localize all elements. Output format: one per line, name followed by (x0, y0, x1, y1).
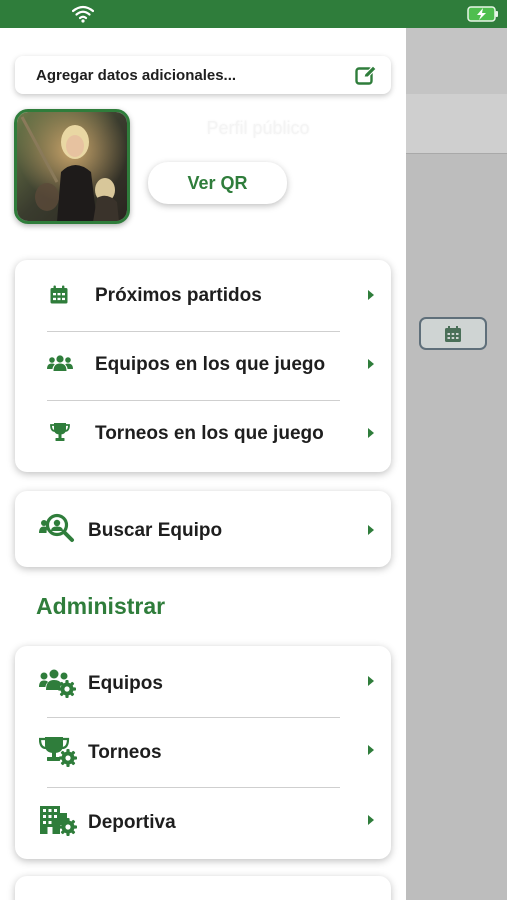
chevron-right-icon (368, 675, 374, 686)
menu-item-label: Próximos partidos (95, 285, 262, 306)
additional-data-bar[interactable]: Agregar datos adicionales... (15, 56, 391, 94)
users-icon (47, 355, 73, 372)
wifi-icon (72, 5, 94, 23)
background-header (406, 28, 507, 94)
admin-item-sports-facility[interactable]: Deportiva (15, 785, 391, 854)
admin-item-label: Deportiva (88, 812, 176, 833)
chevron-right-icon (368, 289, 374, 300)
admin-item-label: Torneos (88, 742, 162, 763)
status-bar (0, 0, 507, 28)
edit-icon[interactable] (355, 65, 377, 85)
chevron-right-icon (368, 427, 374, 438)
menu-item-label: Torneos en los que juego (95, 423, 324, 444)
chevron-right-icon (368, 358, 374, 369)
chevron-right-icon (368, 524, 374, 535)
player-menu-card: Próximos partidos Equipos en los que jue… (15, 260, 391, 472)
battery-charging-icon (467, 6, 498, 22)
menu-item-label: Equipos en los que juego (95, 354, 326, 375)
next-card (15, 876, 391, 900)
menu-item-my-teams[interactable]: Equipos en los que juego (15, 329, 391, 398)
section-title-admin: Administrar (36, 593, 166, 619)
background-content (406, 154, 507, 900)
admin-item-tournaments[interactable]: Torneos (15, 715, 391, 784)
admin-item-label: Equipos (88, 673, 163, 694)
search-team-button[interactable]: Buscar Equipo (15, 495, 391, 564)
search-team-icon (39, 513, 75, 543)
background-band (406, 94, 507, 154)
users-gear-icon (39, 668, 77, 698)
search-team-label: Buscar Equipo (88, 520, 223, 541)
calendar-icon (445, 325, 461, 342)
calendar-icon (50, 285, 68, 304)
menu-item-upcoming-matches[interactable]: Próximos partidos (15, 260, 391, 329)
view-qr-button[interactable]: Ver QR (148, 162, 287, 204)
chevron-right-icon (368, 744, 374, 755)
background-screen (406, 28, 507, 900)
navigation-drawer: Agregar datos adicionales... Perfil públ… (0, 28, 406, 900)
public-profile-label: Perfil público (206, 118, 310, 138)
additional-data-label: Agregar datos adicionales... (36, 66, 237, 84)
avatar[interactable] (14, 109, 130, 224)
avatar-image (17, 112, 127, 221)
trophy-icon (50, 422, 70, 442)
chevron-right-icon (368, 814, 374, 825)
menu-item-my-tournaments[interactable]: Torneos en los que juego (15, 398, 391, 467)
search-team-card: Buscar Equipo (15, 491, 391, 567)
admin-menu-card: Equipos Torneos Deportiva (15, 646, 391, 859)
building-gear-icon (39, 805, 77, 836)
admin-item-teams[interactable]: Equipos (15, 646, 391, 715)
trophy-gear-icon (39, 736, 77, 767)
background-calendar-button[interactable] (419, 317, 487, 350)
